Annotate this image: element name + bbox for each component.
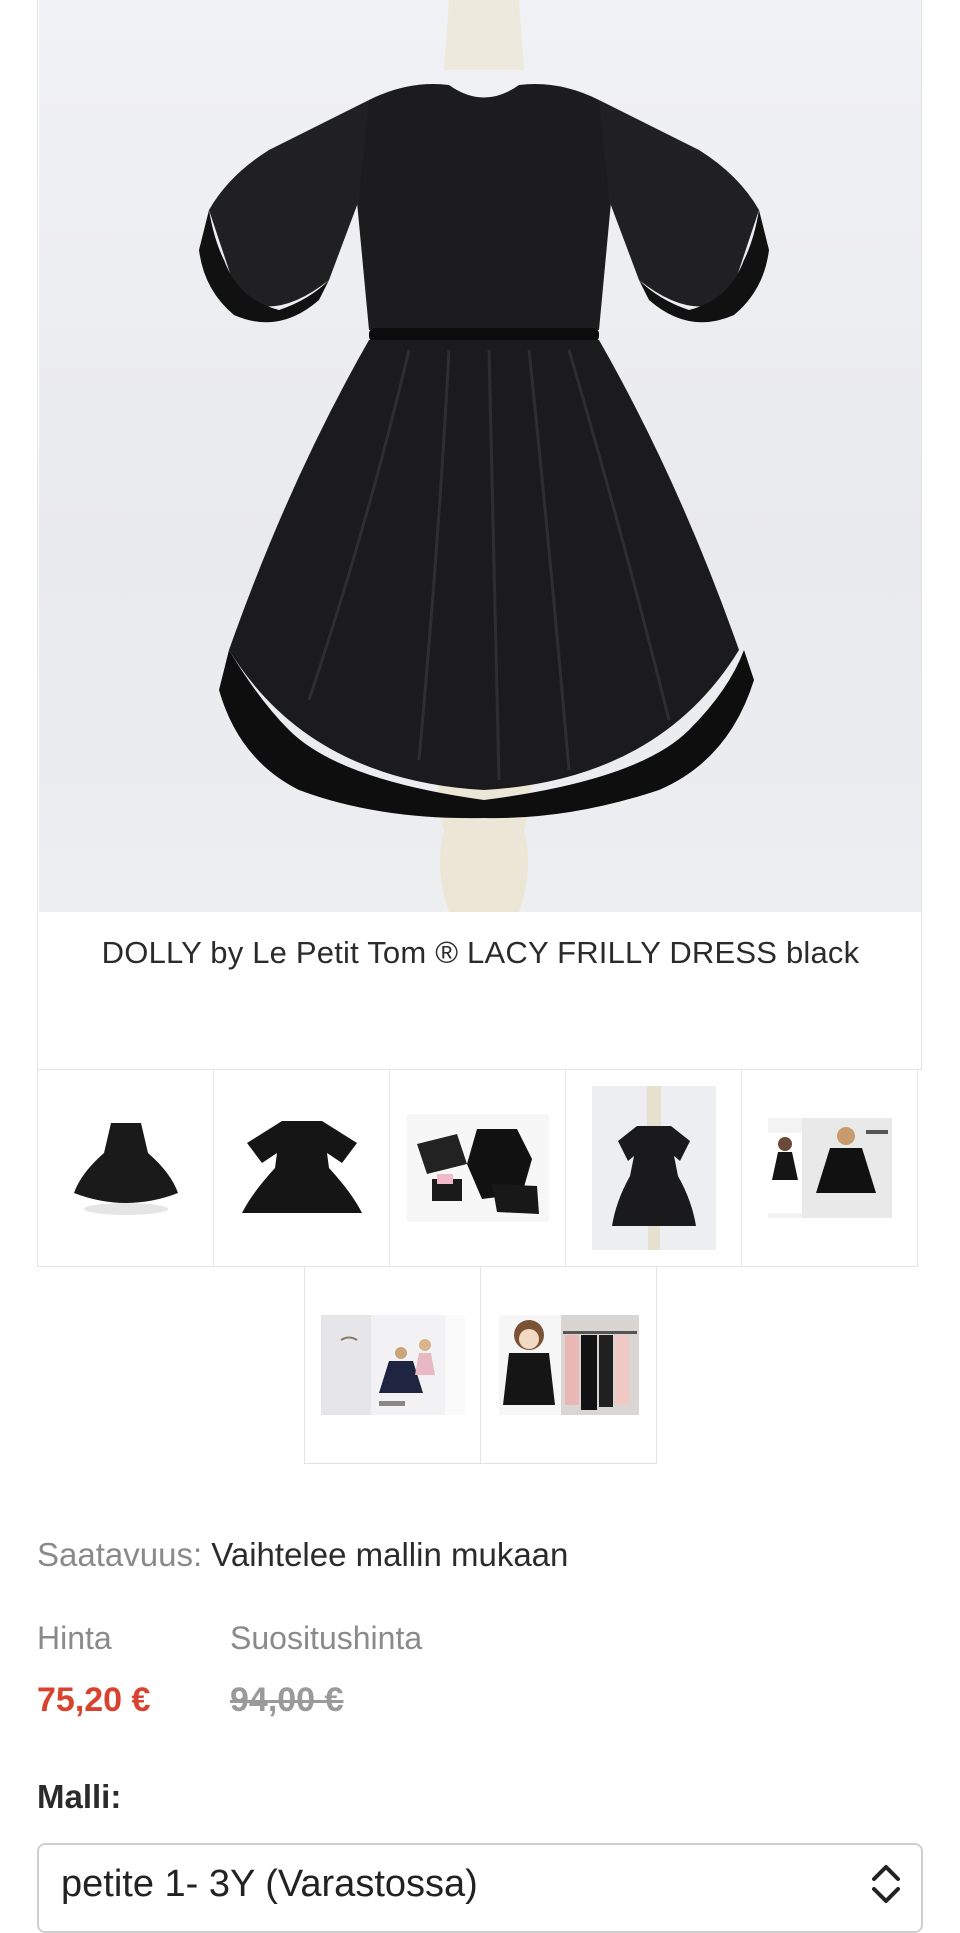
price-block: Hinta 75,20 € bbox=[37, 1620, 150, 1720]
thumbnail-gallery bbox=[37, 1069, 923, 1267]
product-title: DOLLY by Le Petit Tom ® LACY FRILLY DRES… bbox=[101, 935, 860, 970]
model-select[interactable]: petite 1- 3Y (Varastossa) bbox=[37, 1843, 923, 1933]
thumbnail-7[interactable] bbox=[480, 1266, 657, 1464]
product-card: DOLLY by Le Petit Tom ® LACY FRILLY DRES… bbox=[37, 0, 922, 1070]
thumbnail-7-image bbox=[498, 1315, 639, 1415]
thumbnail-6-image bbox=[320, 1315, 465, 1415]
thumbnail-3-image bbox=[406, 1114, 549, 1222]
recommended-price-value: 94,00 € bbox=[230, 1681, 344, 1719]
model-label: Malli: bbox=[37, 1778, 122, 1815]
price-value: 75,20 € bbox=[37, 1681, 151, 1719]
thumbnail-1-image bbox=[65, 1113, 186, 1223]
thumbnail-2[interactable] bbox=[213, 1069, 390, 1267]
thumbnail-5[interactable] bbox=[741, 1069, 918, 1267]
price-label: Hinta bbox=[37, 1620, 112, 1656]
dress-illustration bbox=[199, 0, 769, 912]
chevron-updown-icon bbox=[872, 1865, 900, 1903]
thumbnail-4-image bbox=[591, 1086, 716, 1250]
model-select-value: petite 1- 3Y (Varastossa) bbox=[61, 1863, 478, 1905]
thumbnail-4[interactable] bbox=[565, 1069, 742, 1267]
recommended-price-block: Suositushinta 94,00 € bbox=[230, 1620, 422, 1720]
thumbnail-1[interactable] bbox=[37, 1069, 214, 1267]
recommended-price-label: Suositushinta bbox=[230, 1620, 423, 1656]
thumbnail-2-image bbox=[236, 1113, 367, 1223]
thumbnail-gallery-row-2 bbox=[304, 1266, 657, 1464]
availability: Saatavuus: Vaihtelee mallin mukaan bbox=[37, 1536, 568, 1574]
main-product-image[interactable] bbox=[39, 0, 921, 912]
thumbnail-6[interactable] bbox=[304, 1266, 481, 1464]
thumbnail-5-image bbox=[767, 1118, 892, 1218]
availability-label: Saatavuus: bbox=[37, 1536, 203, 1573]
thumbnail-3[interactable] bbox=[389, 1069, 566, 1267]
availability-value: Vaihtelee mallin mukaan bbox=[211, 1536, 569, 1573]
